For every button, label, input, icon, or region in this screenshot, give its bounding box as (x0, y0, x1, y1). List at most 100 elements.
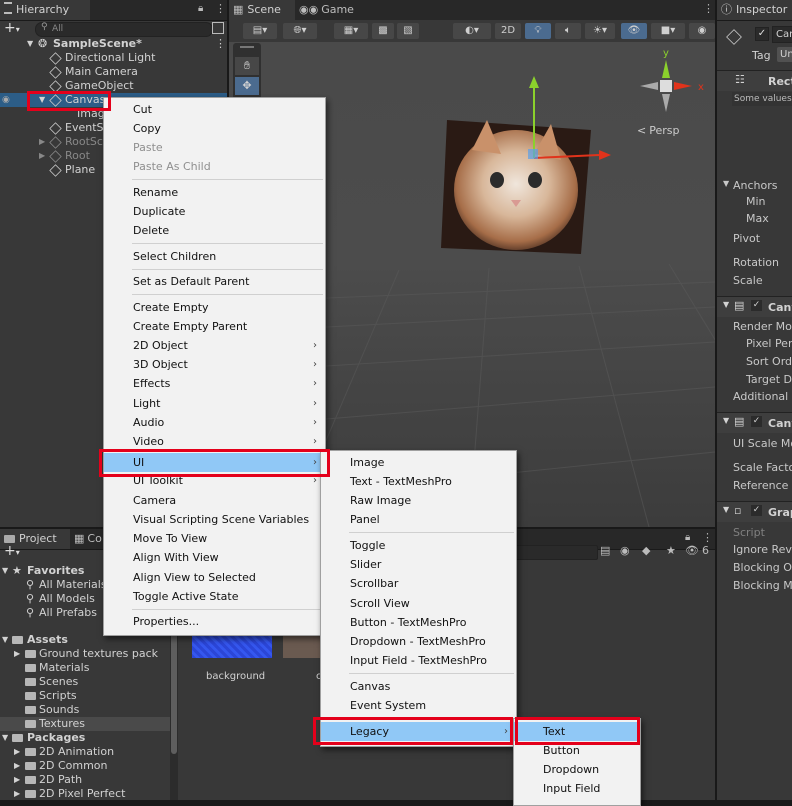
menu-item-legacy-text[interactable]: Text (514, 722, 640, 741)
tree-item[interactable]: ▶ 2D Path (0, 773, 170, 787)
active-checkbox[interactable]: ✓ (755, 27, 769, 41)
menu-item-3d-object[interactable]: 3D Object › (104, 355, 325, 374)
pivot-button[interactable]: 🌐︎▾ (283, 23, 317, 39)
menu-item-cut[interactable]: Cut (104, 100, 325, 119)
canvas-component-header[interactable]: ▼ ▤ ✓ Canv (717, 296, 792, 317)
component-checkbox[interactable]: ✓ (751, 300, 762, 311)
menu-item-toggle-active-state[interactable]: Toggle Active State (104, 587, 325, 606)
rect-transform-header[interactable]: ☷ Rect (717, 70, 792, 91)
menu-item-legacy-dropdown[interactable]: Dropdown (514, 760, 640, 779)
canvas-scaler-header[interactable]: ▼ ▤ ✓ Canv (717, 412, 792, 433)
tab-hierarchy[interactable]: Hierarchy (0, 0, 90, 20)
menu-item-image[interactable]: Image (321, 453, 516, 472)
hidden-packages-icon[interactable]: 👁︎ (685, 544, 699, 557)
move-tool-button[interactable]: ✥ (235, 77, 259, 95)
tree-item[interactable]: ▶ 2D Animation (0, 745, 170, 759)
tree-item[interactable]: Sounds (0, 703, 170, 717)
menu-item-create-empty[interactable]: Create Empty (104, 298, 325, 317)
gizmos-button[interactable]: ◉ (689, 23, 715, 39)
menu-item-legacy-input-field[interactable]: Input Field (514, 779, 640, 798)
menu-item-align-view-to-selected[interactable]: Align View to Selected (104, 568, 325, 587)
project-search-input[interactable] (510, 545, 598, 560)
hidden-objects-button[interactable]: 👁︎ (621, 23, 647, 39)
menu-item-ui-toolkit[interactable]: UI Toolkit › (104, 471, 325, 490)
menu-item-camera[interactable]: Camera (104, 491, 325, 510)
menu-item-2d-object[interactable]: 2D Object › (104, 336, 325, 355)
scene-row[interactable]: ▼ ❂ SampleScene* ⋮ (0, 37, 227, 51)
menu-item-button-tmp[interactable]: Button - TextMeshPro (321, 613, 516, 632)
project-lock-icon[interactable]: 🔒︎ (685, 532, 690, 543)
hierarchy-item[interactable]: GameObject (0, 79, 227, 93)
grid-visibility-button[interactable]: ▧ (397, 23, 419, 39)
menu-item-duplicate[interactable]: Duplicate (104, 202, 325, 221)
menu-item-properties[interactable]: Properties... (104, 612, 325, 631)
visibility-icon[interactable]: ◉ (2, 93, 10, 107)
menu-item-input-field-tmp[interactable]: Input Field - TextMeshPro (321, 651, 516, 670)
menu-item-toggle[interactable]: Toggle (321, 536, 516, 555)
tab-game[interactable]: ◉◉ Game (295, 0, 365, 20)
component-checkbox[interactable]: ✓ (751, 416, 762, 427)
project-add-icon[interactable]: +▾ (4, 543, 20, 559)
snap-increment-button[interactable]: ▩ (372, 23, 394, 39)
menu-item-panel[interactable]: Panel (321, 510, 516, 529)
hand-tool-button[interactable]: ✋︎ (235, 57, 259, 75)
hierarchy-item[interactable]: Directional Light (0, 51, 227, 65)
menu-item-align-with-view[interactable]: Align With View (104, 548, 325, 567)
menu-item-effects[interactable]: Effects › (104, 374, 325, 393)
cat-image-quad[interactable] (441, 120, 591, 254)
tree-item[interactable]: ▶ 2D Pixel Perfect (0, 787, 170, 800)
object-name-field[interactable]: Can (772, 26, 792, 43)
menu-item-delete[interactable]: Delete (104, 221, 325, 240)
tree-item-packages[interactable]: ▼ Packages (0, 731, 170, 745)
tab-scene[interactable]: ▦ Scene (229, 0, 301, 20)
camera-button[interactable]: ■▾ (651, 23, 685, 39)
search-by-label-icon[interactable]: ◉ (620, 544, 630, 557)
lighting-toggle-button[interactable]: 💡︎ (525, 23, 551, 39)
menu-item-legacy[interactable]: Legacy › (321, 722, 516, 741)
tag-dropdown[interactable]: Un (777, 47, 792, 62)
menu-item-raw-image[interactable]: Raw Image (321, 491, 516, 510)
favorite-star-icon[interactable]: ★ (666, 544, 676, 557)
scene-menu-icon[interactable]: ⋮ (215, 37, 226, 51)
tree-item[interactable]: Scripts (0, 689, 170, 703)
tree-item[interactable]: ▶ 2D Common (0, 759, 170, 773)
add-icon[interactable]: +▾ (4, 20, 20, 36)
menu-item-video[interactable]: Video › (104, 432, 325, 451)
menu-item-slider[interactable]: Slider (321, 555, 516, 574)
tree-item-selected[interactable]: Textures (0, 717, 170, 731)
tree-item[interactable]: Scenes (0, 675, 170, 689)
graphic-raycaster-header[interactable]: ▼ ▫ ✓ Grap (717, 501, 792, 522)
grid-snap-button[interactable]: ▦▾ (334, 23, 368, 39)
menu-item-paste[interactable]: Paste (104, 138, 325, 157)
menu-item-audio[interactable]: Audio › (104, 413, 325, 432)
menu-item-paste-as-child[interactable]: Paste As Child (104, 157, 325, 176)
menu-item-event-system[interactable]: Event System (321, 696, 516, 715)
tree-item[interactable]: ▶ Ground textures pack (0, 647, 170, 661)
menu-item-select-children[interactable]: Select Children (104, 247, 325, 266)
menu-item-copy[interactable]: Copy (104, 119, 325, 138)
persp-label[interactable]: < Persp (637, 124, 679, 137)
menu-item-light[interactable]: Light › (104, 394, 325, 413)
menu-item-legacy-button[interactable]: Button (514, 741, 640, 760)
scene-search-icon[interactable] (212, 22, 224, 34)
menu-item-move-to-view[interactable]: Move To View (104, 529, 325, 548)
menu-item-create-empty-parent[interactable]: Create Empty Parent (104, 317, 325, 336)
draw-mode-button[interactable]: ▤▾ (243, 23, 277, 39)
shading-button[interactable]: ◐▾ (453, 23, 491, 39)
menu-item-visual-scripting[interactable]: Visual Scripting Scene Variables (104, 510, 325, 529)
search-by-type-icon[interactable]: ▤ (600, 544, 610, 557)
hierarchy-item[interactable]: Main Camera (0, 65, 227, 79)
audio-toggle-button[interactable]: 🔈︎ (555, 23, 581, 39)
lock-icon[interactable]: 🔒︎ (198, 3, 203, 14)
menu-item-rename[interactable]: Rename (104, 183, 325, 202)
menu-item-canvas[interactable]: Canvas (321, 677, 516, 696)
menu-item-ui[interactable]: UI › (104, 453, 325, 472)
tab-inspector[interactable]: ⓘ Inspector (717, 0, 792, 20)
tree-item[interactable]: Materials (0, 661, 170, 675)
menu-item-scrollbar[interactable]: Scrollbar (321, 574, 516, 593)
component-checkbox[interactable]: ✓ (751, 505, 762, 516)
menu-item-text-tmp[interactable]: Text - TextMeshPro (321, 472, 516, 491)
menu-item-scroll-view[interactable]: Scroll View (321, 594, 516, 613)
more-icon[interactable]: ⋮ (215, 2, 226, 15)
effects-toggle-button[interactable]: ☀▾ (585, 23, 615, 39)
